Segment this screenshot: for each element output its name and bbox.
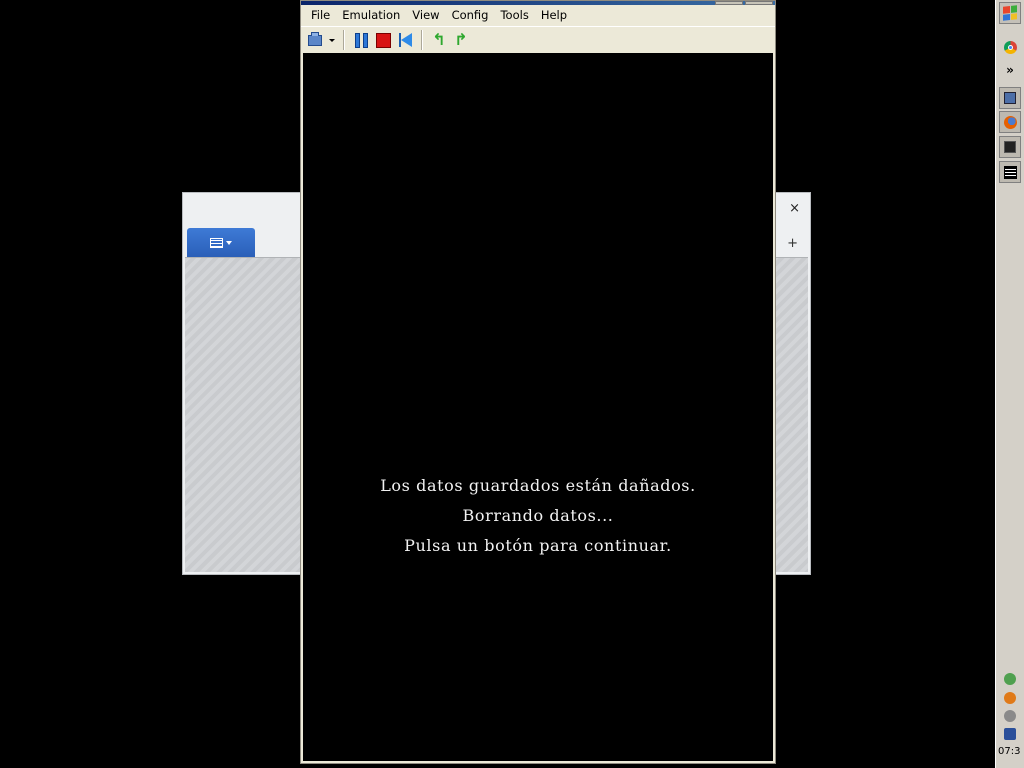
taskbar-item-app1[interactable] (999, 87, 1021, 109)
list-view-icon (210, 237, 223, 248)
tray-app-icon (1004, 728, 1016, 740)
pause-icon (354, 32, 368, 48)
app-window-icon (1004, 92, 1016, 104)
add-icon[interactable]: + (787, 236, 798, 251)
stop-button[interactable] (373, 30, 393, 50)
menu-emulation[interactable]: Emulation (336, 8, 406, 22)
open-rom-dropdown[interactable] (327, 30, 337, 50)
shield-icon (1004, 692, 1016, 704)
menu-config[interactable]: Config (446, 8, 495, 22)
emulator-icon (1003, 165, 1017, 179)
tray-volume[interactable] (999, 707, 1021, 725)
menu-view[interactable]: View (406, 8, 445, 22)
message-line: Los datos guardados están dañados. (380, 476, 696, 495)
redo-arrow-icon: ↱ (454, 30, 468, 49)
close-icon[interactable]: × (789, 201, 800, 216)
undo-button[interactable]: ↰ (429, 30, 449, 50)
view-options-tab[interactable] (187, 228, 255, 257)
toolbar-separator (343, 30, 345, 50)
taskbar-item-app2[interactable] (999, 136, 1021, 158)
tray-security[interactable] (999, 689, 1021, 707)
toolbar-separator (421, 30, 423, 50)
taskbar-item-firefox[interactable] (999, 111, 1021, 133)
double-chevron-icon: » (1006, 63, 1014, 77)
stop-icon (375, 32, 391, 48)
quicklaunch-overflow[interactable]: » (999, 59, 1021, 81)
undo-arrow-icon: ↰ (432, 30, 446, 49)
folder-open-icon (308, 31, 322, 46)
save-data-message: Los datos guardados están dañados. Borra… (303, 471, 773, 561)
message-line: Pulsa un botón para continuar. (404, 536, 672, 555)
chrome-launcher[interactable] (999, 36, 1021, 58)
taskbar: » 07:3 (995, 0, 1024, 768)
skip-back-icon (397, 32, 413, 48)
open-rom-button[interactable] (305, 30, 325, 50)
menu-tools[interactable]: Tools (494, 8, 534, 22)
message-line: Borrando datos... (462, 506, 614, 525)
windows-logo-icon (1003, 5, 1017, 21)
menu-help[interactable]: Help (535, 8, 573, 22)
menu-bar: File Emulation View Config Tools Help (301, 5, 775, 25)
app-icon (1004, 141, 1016, 153)
menu-file[interactable]: File (305, 8, 336, 22)
chevron-down-icon (226, 240, 232, 245)
pause-button[interactable] (351, 30, 371, 50)
firefox-icon (1003, 115, 1017, 129)
start-button[interactable] (999, 2, 1021, 24)
tray-app[interactable] (999, 725, 1021, 743)
speaker-icon (1004, 710, 1016, 722)
redo-button[interactable]: ↱ (451, 30, 471, 50)
chevron-down-icon (329, 38, 335, 42)
tray-network[interactable] (999, 670, 1021, 688)
reset-button[interactable] (395, 30, 415, 50)
taskbar-item-emulator[interactable] (999, 161, 1021, 183)
chrome-icon (1003, 40, 1017, 54)
network-icon (1004, 673, 1016, 685)
emulator-screen[interactable]: Los datos guardados están dañados. Borra… (303, 53, 773, 761)
emulator-window: File Emulation View Config Tools Help ↰ … (300, 0, 776, 764)
toolbar: ↰ ↱ (301, 26, 775, 53)
clock[interactable]: 07:3 (998, 746, 1020, 757)
